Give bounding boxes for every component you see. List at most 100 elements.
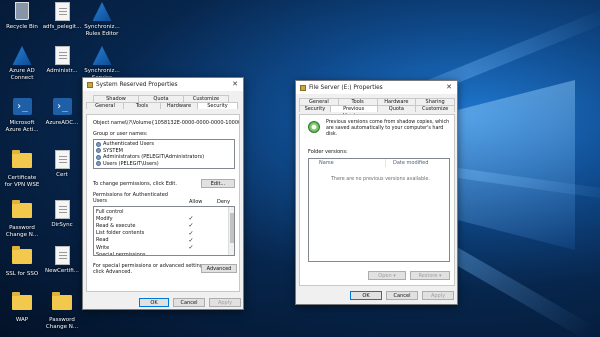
permission-row: Modify ✓ [94,215,234,222]
desktop-icon-label: Password Change N... [45,317,79,330]
desktop-icon[interactable]: Recycle Bin [0,2,44,31]
tab-tools[interactable]: Tools [123,102,161,109]
title-bar[interactable]: File Server (E:) Properties ✕ [296,81,457,94]
desktop-icon-label: Password Change N... [5,225,39,238]
special-permissions-text: For special permissions or advanced sett… [93,263,208,275]
cancel-button[interactable]: Cancel [173,298,205,307]
desktop-icon[interactable]: Synchroniz... Rules Editor [80,2,124,37]
open-button[interactable]: Open ▾ [368,271,406,280]
column-header-date-modified[interactable]: Date modified [393,160,428,166]
azure-icon [92,2,112,22]
permission-row: Full control [94,208,234,215]
desktop-icon[interactable]: DirSync [40,200,84,229]
desktop-icon[interactable]: Azure AD Connect [0,46,44,81]
folder-versions-list[interactable]: Name Date modified There are no previous… [308,158,450,262]
edit-button[interactable]: Edit... [201,179,235,188]
desktop-icon[interactable]: SSL for SSO [0,246,44,278]
restore-clock-icon [308,121,320,133]
restore-button[interactable]: Restore ▾ [410,271,450,280]
permission-row: Read & execute ✓ [94,222,234,229]
permissions-scrollbar[interactable] [228,207,234,255]
desktop-icon-label: NewCertifi... [45,268,79,274]
tab-customize[interactable]: Customize [415,105,455,112]
chevron-down-icon: ▾ [393,273,396,279]
desktop-icon[interactable]: Password Change N... [0,200,44,238]
dialog-title: System Reserved Properties [96,81,178,88]
tab-previous-versions[interactable]: Previous Versions [329,105,378,119]
previous-versions-panel: Previous versions come from shadow copie… [299,114,455,286]
azure-icon [12,46,32,66]
desktop-icon-label: Azure AD Connect [9,68,35,81]
desktop-icon[interactable]: Cert [40,150,84,179]
doc-icon [52,2,72,22]
apply-button[interactable]: Apply [422,291,454,300]
tab-general[interactable]: General [86,102,124,109]
desktop-icon[interactable]: NewCertifi... [40,246,84,275]
tab-shadow-copies[interactable]: Shadow Copies [93,95,139,109]
tab-general[interactable]: General [299,98,339,105]
desktop-icon[interactable]: ›_ Microsoft Azure Acti... [0,98,44,133]
deny-column-header: Deny [217,199,231,205]
close-icon[interactable]: ✕ [444,82,454,92]
folder-icon [12,150,32,173]
desktop-icon-label: adfs_pelegit... [42,24,82,30]
ok-button[interactable]: OK [139,298,169,307]
desktop-icon-label: DirSync [51,222,73,228]
tab-hardware[interactable]: Hardware [376,98,417,105]
permission-row: Special permissions [94,251,234,255]
desktop-icon[interactable]: Synchroniz... Service [80,46,124,81]
advanced-button[interactable]: Advanced [201,264,237,273]
title-bar[interactable]: System Reserved Properties ✕ [83,78,243,91]
doc-icon [52,46,72,66]
tab-security[interactable]: Security [197,102,238,109]
column-header-name[interactable]: Name [319,160,334,166]
desktop-icon[interactable]: ›_ AzureADC... [40,98,84,127]
tab-hardware[interactable]: Hardware [160,102,198,109]
tab-customize[interactable]: Customize [183,95,229,102]
tab-quota[interactable]: Quota [138,95,184,102]
drive-icon [300,84,306,91]
allow-column-header: Allow [189,199,203,205]
close-icon[interactable]: ✕ [230,79,240,89]
folder-icon [12,292,32,315]
desktop-icon-label: Cert [56,172,68,178]
azure-icon [92,46,112,66]
previous-versions-description: Previous versions come from shadow copie… [326,120,450,137]
permission-name: Read & execute [96,222,136,229]
desktop-icon-label: AzureADC... [45,120,79,126]
allow-check-icon: ✓ [188,215,194,223]
empty-list-message: There are no previous versions available… [331,177,430,182]
desktop-icon[interactable]: adfs_pelegit... [40,2,84,31]
permission-name: Modify [96,215,113,222]
desktop-icon-label: Administr... [46,68,78,74]
tab-quota[interactable]: Quota [376,105,417,112]
desktop-icon[interactable]: WAP [0,292,44,324]
users-icon [96,141,101,147]
permission-row: Read ✓ [94,237,234,244]
ps-icon: ›_ [12,98,32,118]
permissions-header: Permissions for Authenticated Users [93,192,168,204]
tab-security[interactable]: Security [299,105,331,112]
permission-row: Write ✓ [94,244,234,251]
permission-name: Write [96,244,110,251]
folder-icon [12,200,32,223]
desktop-icon-label: Certificate for VPN WSE [4,175,40,188]
tab-tools[interactable]: Tools [337,98,378,105]
change-permissions-text: To change permissions, click Edit. [93,181,177,187]
desktop-icon-label: Recycle Bin [6,24,38,30]
users-icon [96,161,101,167]
ok-button[interactable]: OK [350,291,382,300]
desktop-icon-label: Microsoft Azure Acti... [5,120,39,133]
permission-row: List folder contents ✓ [94,230,234,237]
desktop-icon-label: WAP [15,317,29,323]
desktop-icon[interactable]: Certificate for VPN WSE [0,150,44,188]
tab-sharing[interactable]: Sharing [415,98,455,105]
cancel-button[interactable]: Cancel [386,291,418,300]
list-item[interactable]: Users (PELEGIT\Users) [94,161,234,168]
desktop-icon[interactable]: Administr... [40,46,84,75]
system-reserved-properties-dialog: System Reserved Properties ✕ Shadow Copi… [82,77,244,310]
user-list[interactable]: Authenticated Users SYSTEM Administrator… [93,139,235,169]
desktop-icon[interactable]: Password Change N... [40,292,84,330]
doc-icon [52,246,72,266]
apply-button[interactable]: Apply [209,298,241,307]
